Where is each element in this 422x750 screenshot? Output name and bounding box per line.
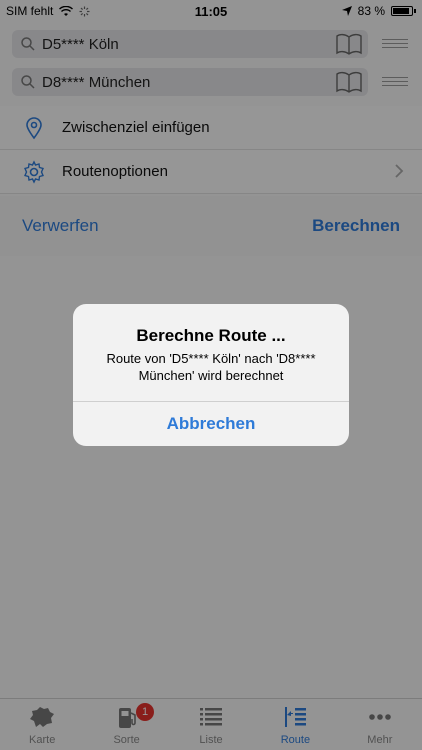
cancel-button[interactable]: Abbrechen bbox=[73, 402, 349, 446]
calculating-route-alert: Berechne Route ... Route von 'D5**** Köl… bbox=[73, 304, 349, 446]
alert-title: Berechne Route ... bbox=[136, 326, 286, 345]
alert-message: Route von 'D5**** Köln' nach 'D8**** Mün… bbox=[106, 351, 316, 383]
